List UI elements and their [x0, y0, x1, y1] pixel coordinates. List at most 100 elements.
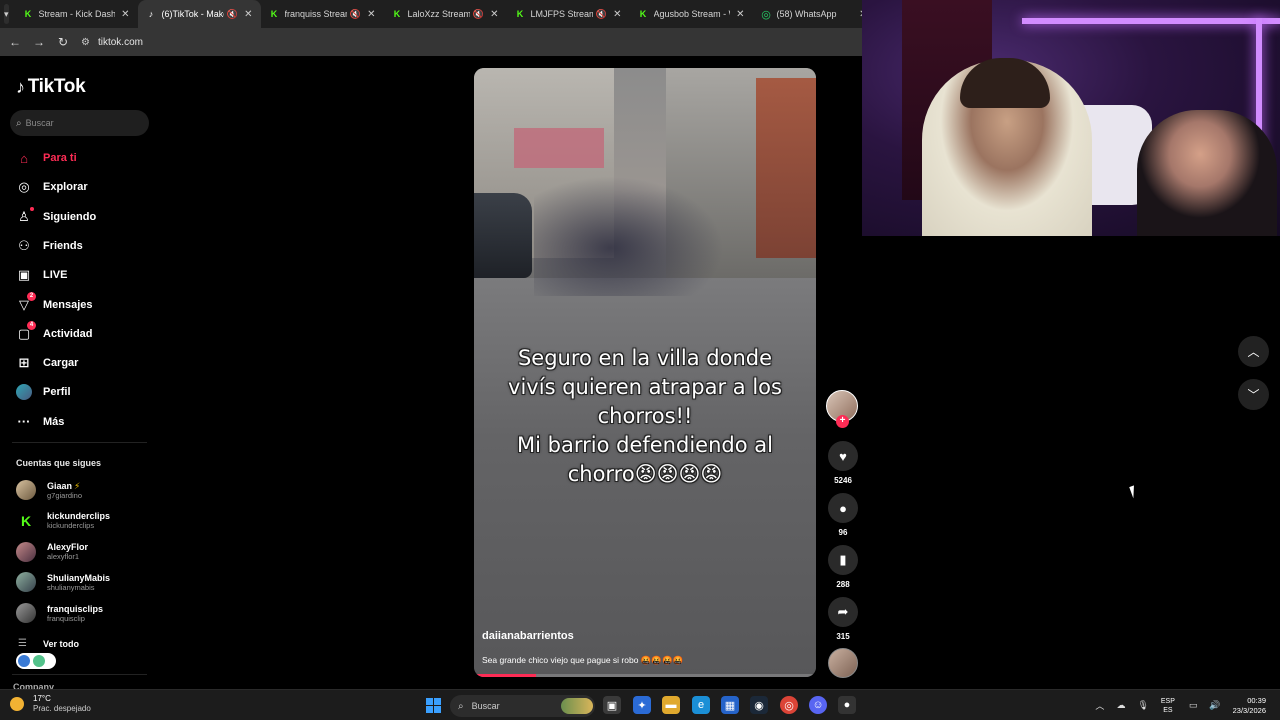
tray-overflow-icon[interactable]: ︿ [1095, 699, 1104, 712]
account-name: AlexyFlor [47, 542, 88, 552]
start-button[interactable] [426, 698, 441, 713]
sidebar-item-mensajes[interactable]: ▽ 2 Mensajes [16, 291, 156, 316]
kick-logo-icon: K [20, 512, 32, 529]
network-icon[interactable]: ▭ [1189, 700, 1198, 711]
sidebar-item-label: Mensajes [43, 298, 93, 311]
url-field[interactable]: ⚙ tiktok.com [81, 37, 143, 48]
extension-icon-1 [18, 655, 30, 667]
sidebar-item-explorar[interactable]: ◎ Explorar [16, 176, 156, 198]
webcam-person [1137, 110, 1277, 236]
sidebar-item-para-ti[interactable]: ⌂ Para ti [16, 147, 156, 169]
store-icon[interactable]: ▦ [721, 696, 739, 714]
language-indicator[interactable]: ESP ES [1161, 697, 1175, 715]
notification-dot [30, 206, 34, 211]
like-button[interactable]: ♥ [828, 441, 858, 471]
browser-tab[interactable]: Kfranquiss Stream 🔇 ✕ [261, 0, 384, 28]
weather-widget[interactable]: 17°C Prac. despejado [10, 694, 91, 714]
reload-icon[interactable]: ↻ [51, 35, 75, 49]
chevron-up-icon: ︿ [1247, 345, 1260, 359]
video-author[interactable]: daiianabarrientos [482, 630, 574, 642]
system-tray: ︿ ☁ 🎙 ESP ES ▭ 🔊 00:39 23/3/2026 [1095, 690, 1280, 720]
search-highlight-image [561, 698, 593, 714]
close-tab-icon[interactable]: ✕ [736, 9, 744, 20]
back-icon[interactable]: ← [3, 35, 27, 49]
browser-tab[interactable]: ♪ (6)TikTok - Make 🔇 ✕ [137, 0, 261, 28]
save-count: 288 [836, 580, 850, 589]
chrome-icon[interactable]: ◎ [780, 696, 798, 714]
volume-icon[interactable]: 🔊 [1209, 700, 1220, 711]
chevron-down-icon: ﹀ [1247, 388, 1260, 402]
avatar [16, 541, 36, 562]
discord-icon[interactable]: ☺ [809, 696, 827, 714]
clock[interactable]: 00:39 23/3/2026 [1233, 696, 1266, 716]
comment-button[interactable]: ● [828, 493, 858, 523]
app-icon[interactable]: ● [838, 696, 856, 714]
followed-account[interactable]: franquisclips franquisclip [16, 600, 156, 626]
forward-icon[interactable]: → [27, 35, 51, 49]
site-settings-icon[interactable]: ⚙ [81, 37, 90, 48]
sidebar-item-live[interactable]: ▣ LIVE [16, 264, 156, 286]
tab-search-button[interactable]: ▾ [4, 4, 9, 24]
browser-tab[interactable]: K LMJFPS Stream -🔇 ✕ [507, 0, 630, 28]
file-explorer-icon[interactable]: ▬ [662, 696, 680, 714]
sidebar-item-actividad[interactable]: ▢ 4 Actividad [16, 320, 156, 345]
close-tab-icon[interactable]: ✕ [367, 9, 375, 20]
edge-icon[interactable]: e [692, 696, 710, 714]
taskbar-search[interactable]: ⌕ Buscar [450, 695, 595, 717]
follow-plus-icon[interactable]: + [836, 415, 849, 428]
address-bar: ← → ↻ ⚙ tiktok.com [0, 28, 862, 56]
browser-tab[interactable]: K Stream - Kick Dashbo ✕ [15, 0, 138, 28]
tab-title: (6)TikTok - Make [161, 9, 224, 19]
sidebar-item-label: Perfil [43, 386, 71, 399]
video-player[interactable]: Seguro en la villa donde vivís quieren a… [474, 68, 816, 677]
account-handle: franquisclip [47, 613, 85, 623]
tiktok-logo[interactable]: ♪ TikTok [16, 76, 86, 98]
muted-speaker-icon[interactable]: 🔇 [350, 9, 361, 20]
muted-speaker-icon[interactable]: 🔇 [227, 9, 238, 20]
video-progress-bar[interactable] [474, 674, 816, 677]
browser-tab[interactable]: K LaloXzz Stream - 🔇 ✕ [384, 0, 507, 28]
followed-account[interactable]: Giaan ⚡ g7giardino [16, 477, 156, 503]
followed-account[interactable]: ShulianyMabis shulianymabis [16, 569, 156, 595]
previous-video-button[interactable]: ︿ [1238, 336, 1269, 367]
sound-avatar[interactable] [828, 648, 858, 678]
muted-speaker-icon[interactable]: 🔇 [473, 9, 484, 20]
see-all-link[interactable]: ☰ Ver todo [18, 638, 79, 649]
followed-account[interactable]: Kkickunderclips kickunderclips [16, 508, 156, 534]
close-tab-icon[interactable]: ✕ [490, 9, 498, 20]
browser-tab[interactable]: K Agusbob Stream - W ✕ [630, 0, 753, 28]
extension-toggle[interactable] [16, 653, 56, 669]
browser-tab-bar: ▾ K Stream - Kick Dashbo ✕ ♪ (6)TikTok - Mak… [0, 0, 868, 28]
close-tab-icon[interactable]: ✕ [244, 9, 252, 20]
search-input[interactable]: ⌕ Buscar [10, 110, 149, 136]
sidebar-item-perfil[interactable]: Perfil [16, 381, 156, 403]
account-name: Giaan ⚡ [47, 481, 82, 491]
microphone-icon[interactable]: 🎙 [1137, 700, 1148, 711]
muted-speaker-icon[interactable]: 🔇 [596, 9, 607, 20]
kick-icon: K [639, 9, 647, 19]
sidebar-item-siguiendo[interactable]: ♙ Siguiendo [16, 206, 156, 228]
share-button[interactable]: ➦ [828, 597, 858, 627]
next-video-button[interactable]: ﹀ [1238, 379, 1269, 410]
followed-account[interactable]: AlexyFlor alexyflor1 [16, 539, 156, 565]
sidebar-item-label: Más [43, 415, 65, 428]
copilot-icon[interactable]: ✦ [633, 696, 651, 714]
save-button[interactable]: ▮ [828, 545, 858, 575]
tab-title: (58) WhatsApp [776, 9, 837, 19]
close-tab-icon[interactable]: ✕ [121, 9, 129, 20]
task-view-icon[interactable]: ▣ [603, 696, 621, 714]
extension-icon-2 [33, 655, 45, 667]
following-section-title: Cuentas que sigues [16, 458, 102, 468]
onedrive-icon[interactable]: ☁ [1116, 700, 1125, 711]
close-tab-icon[interactable]: ✕ [613, 9, 621, 20]
bookmark-icon: ▮ [839, 552, 847, 567]
sidebar-item-friends[interactable]: ⚇ Friends [16, 235, 156, 257]
account-name-text: franquisclips [47, 603, 104, 614]
notification-badge: 4 [27, 320, 36, 330]
steam-icon[interactable]: ◉ [750, 696, 768, 714]
windows-logo-icon [434, 698, 441, 705]
comment-icon: ● [839, 500, 847, 516]
sidebar-item-más[interactable]: ··· Más [16, 411, 156, 433]
browser-tab[interactable]: ◎(58) WhatsApp✕ [753, 0, 876, 28]
sidebar-item-cargar[interactable]: ⊞ Cargar [16, 352, 156, 374]
